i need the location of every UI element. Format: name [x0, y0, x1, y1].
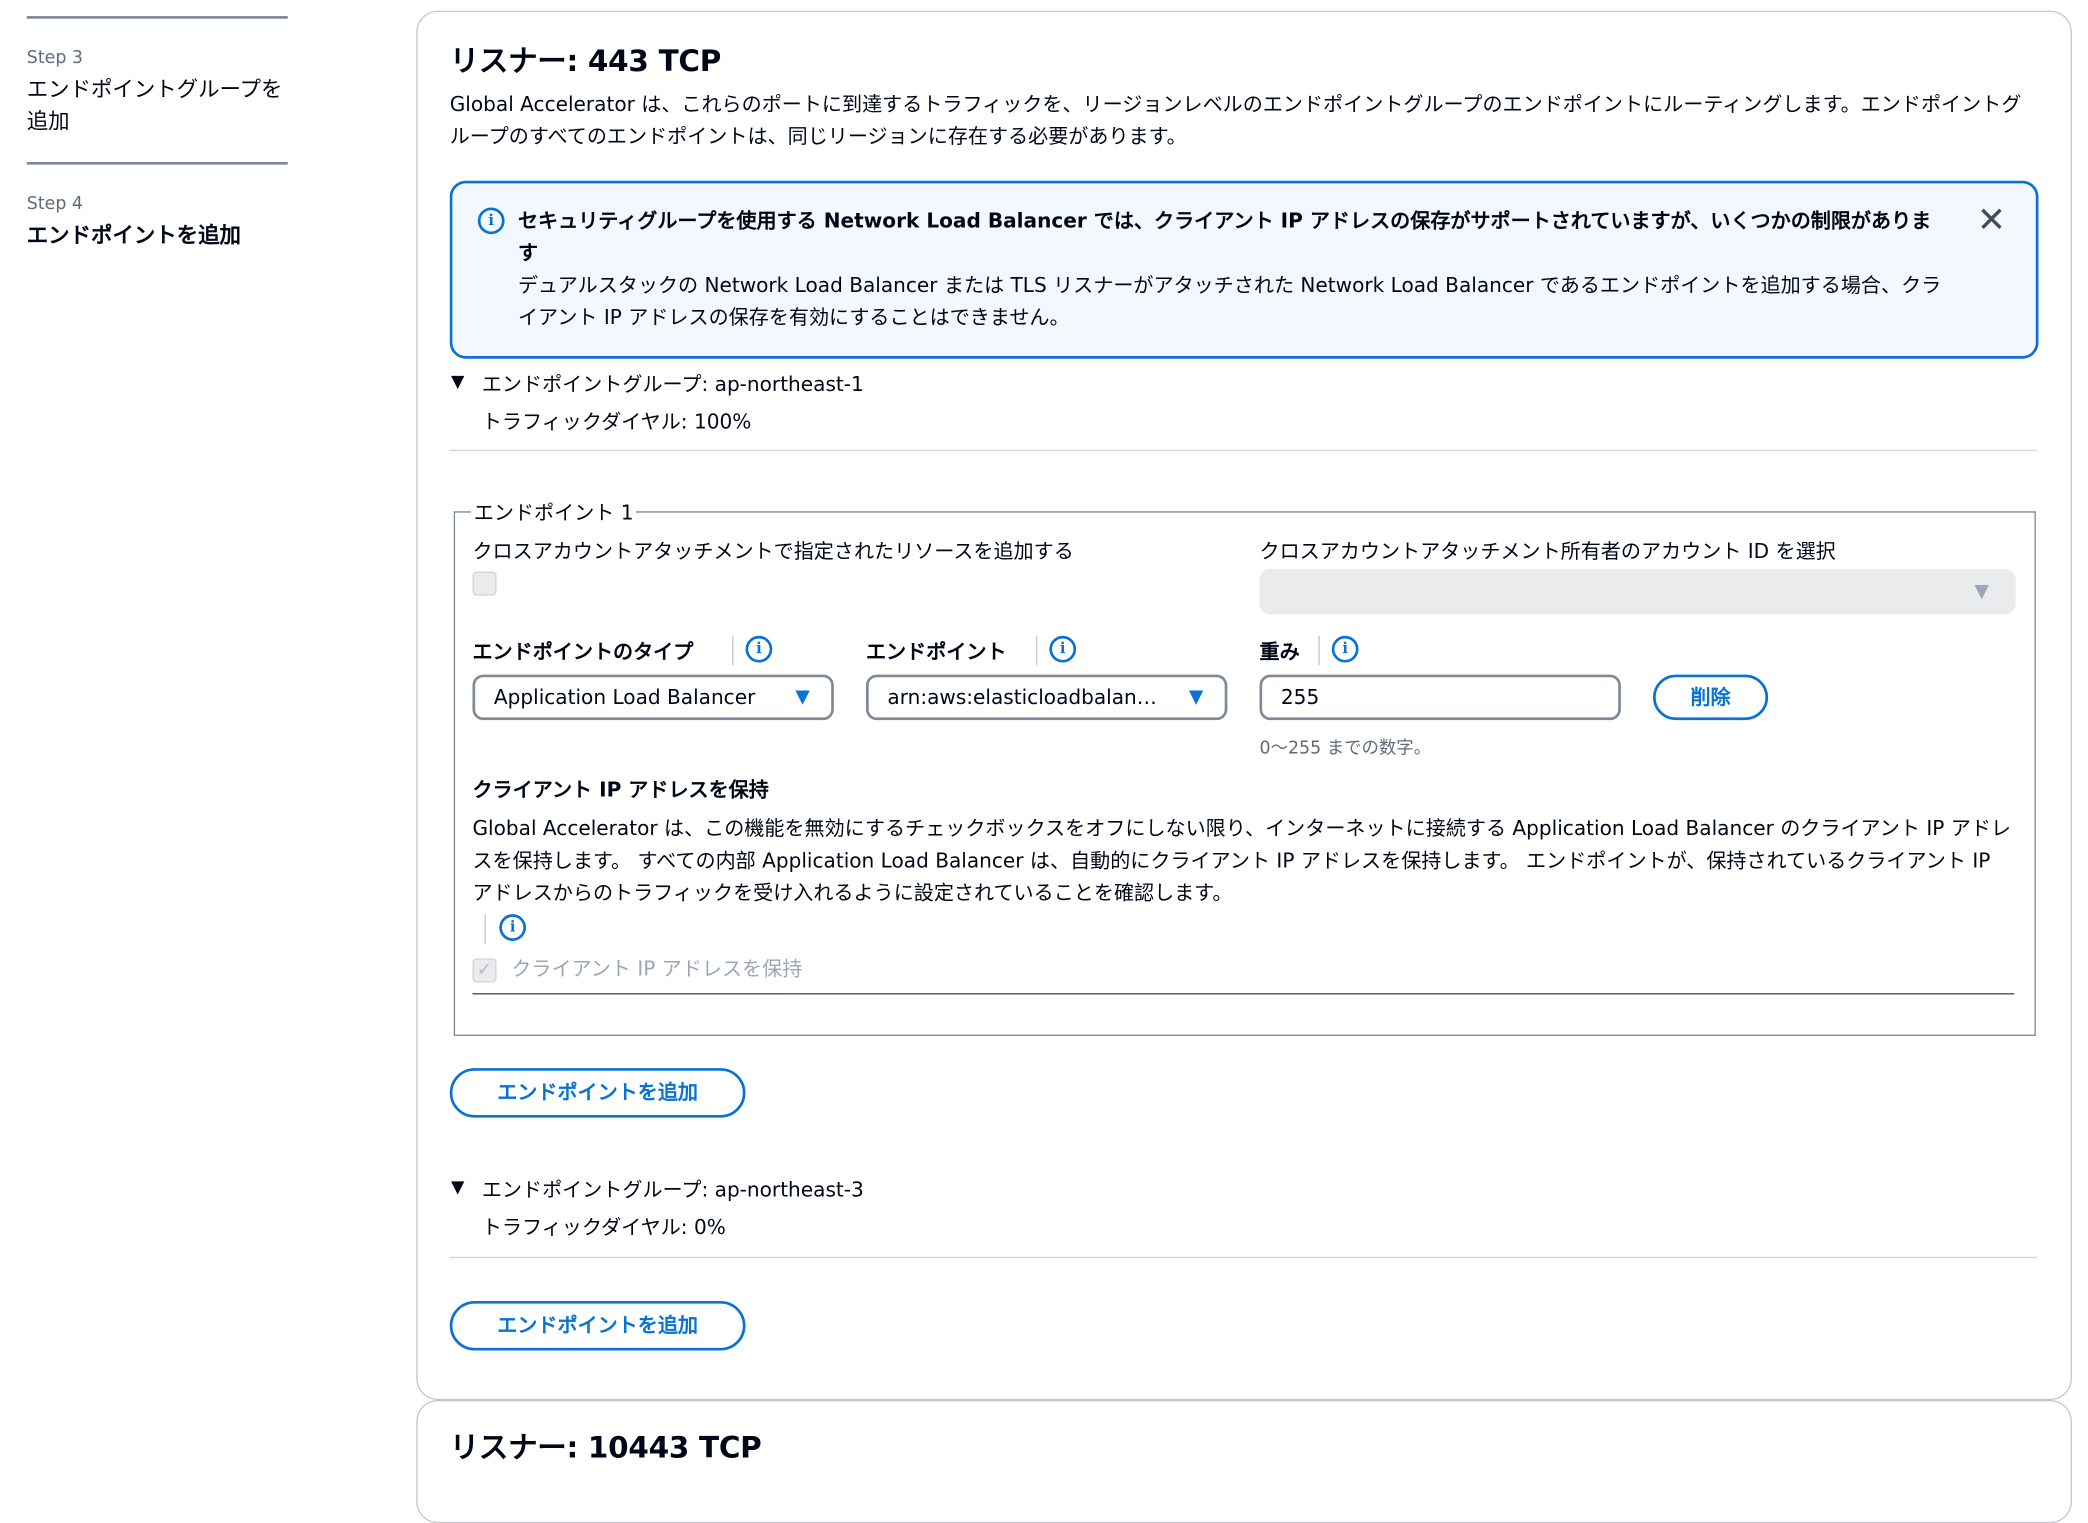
weight-hint: 0〜255 までの数字。	[1259, 738, 1432, 759]
add-endpoint-button[interactable]: エンドポイントを追加	[449, 1068, 746, 1118]
endpoint-select[interactable]: arn:aws:elasticloadbalan… ▼	[865, 674, 1228, 721]
alert-body: デュアルスタックの Network Load Balancer または TLS …	[517, 273, 1942, 330]
endpoint-type-label: エンドポイントのタイプ	[472, 639, 694, 664]
step-4-title: エンドポイントを追加	[26, 222, 241, 248]
listener-title: リスナー: 443 TCP	[449, 45, 722, 79]
info-icon: i	[477, 207, 505, 235]
preserve-ip-underline	[472, 993, 2015, 995]
endpoint-group-2-title[interactable]: エンドポイントグループ: ap-northeast-3	[482, 1175, 864, 1203]
add-endpoint-button[interactable]: エンドポイントを追加	[449, 1300, 746, 1351]
preserve-ip-description: Global Accelerator は、この機能を無効にするチェックボックスを…	[472, 816, 2011, 905]
step-3-number: Step 3	[26, 48, 84, 69]
preserve-ip-checkbox[interactable]: ✓	[472, 958, 497, 983]
traffic-dial-2: トラフィックダイヤル: 0%	[481, 1215, 726, 1240]
cross-account-owner-label: クロスアカウントアタッチメント所有者のアカウント ID を選択	[1259, 539, 1836, 564]
chevron-down-icon: ▼	[795, 686, 810, 709]
preserve-ip-title: クライアント IP アドレスを保持	[472, 777, 769, 802]
preserve-ip-checkbox-label: クライアント IP アドレスを保持	[511, 957, 803, 982]
endpoint-label: エンドポイント	[865, 639, 1007, 664]
chevron-down-icon: ▼	[1974, 580, 1989, 603]
alert-title: セキュリティグループを使用する Network Load Balancer では…	[517, 208, 1932, 266]
listener-description: Global Accelerator は、これらのポートに到達するトラフィックを…	[449, 92, 2022, 149]
weight-input[interactable]: 255	[1259, 674, 1621, 721]
label-separator	[732, 635, 734, 666]
group-divider	[449, 449, 2038, 452]
label-separator	[1318, 635, 1320, 666]
cross-account-label: クロスアカウントアタッチメントで指定されたリソースを追加する	[472, 539, 1074, 564]
weight-label: 重み	[1259, 639, 1300, 664]
sidebar-divider	[26, 16, 288, 19]
endpoint-type-select[interactable]: Application Load Balancer ▼	[472, 674, 834, 721]
expand-triangle-icon[interactable]: ▼	[451, 372, 464, 392]
expand-triangle-icon[interactable]: ▼	[451, 1178, 464, 1198]
endpoint-1-legend: エンドポイント 1	[473, 500, 634, 525]
step-4-number: Step 4	[26, 194, 84, 215]
info-icon[interactable]: i	[1331, 635, 1359, 663]
endpoint-value: arn:aws:elasticloadbalan…	[887, 685, 1157, 710]
label-separator	[484, 914, 486, 944]
listener-2-title: リスナー: 10443 TCP	[449, 1432, 762, 1466]
delete-button[interactable]: 削除	[1653, 674, 1769, 721]
account-id-select[interactable]: ▼	[1259, 568, 2016, 615]
info-icon[interactable]: i	[745, 635, 773, 663]
sidebar-divider	[26, 161, 288, 165]
cross-account-checkbox[interactable]	[472, 571, 497, 596]
chevron-down-icon: ▼	[1188, 686, 1204, 709]
endpoint-group-1-title[interactable]: エンドポイントグループ: ap-northeast-1	[482, 369, 864, 397]
group-divider	[449, 1256, 2038, 1259]
traffic-dial-1: トラフィックダイヤル: 100%	[481, 409, 752, 434]
step-3-title[interactable]: エンドポイントグループを追加	[27, 74, 295, 138]
label-separator	[1035, 635, 1038, 666]
close-icon[interactable]: ✕	[1977, 203, 2006, 238]
info-icon[interactable]: i	[499, 914, 527, 941]
endpoint-type-value: Application Load Balancer	[493, 685, 756, 710]
info-icon[interactable]: i	[1049, 635, 1077, 663]
